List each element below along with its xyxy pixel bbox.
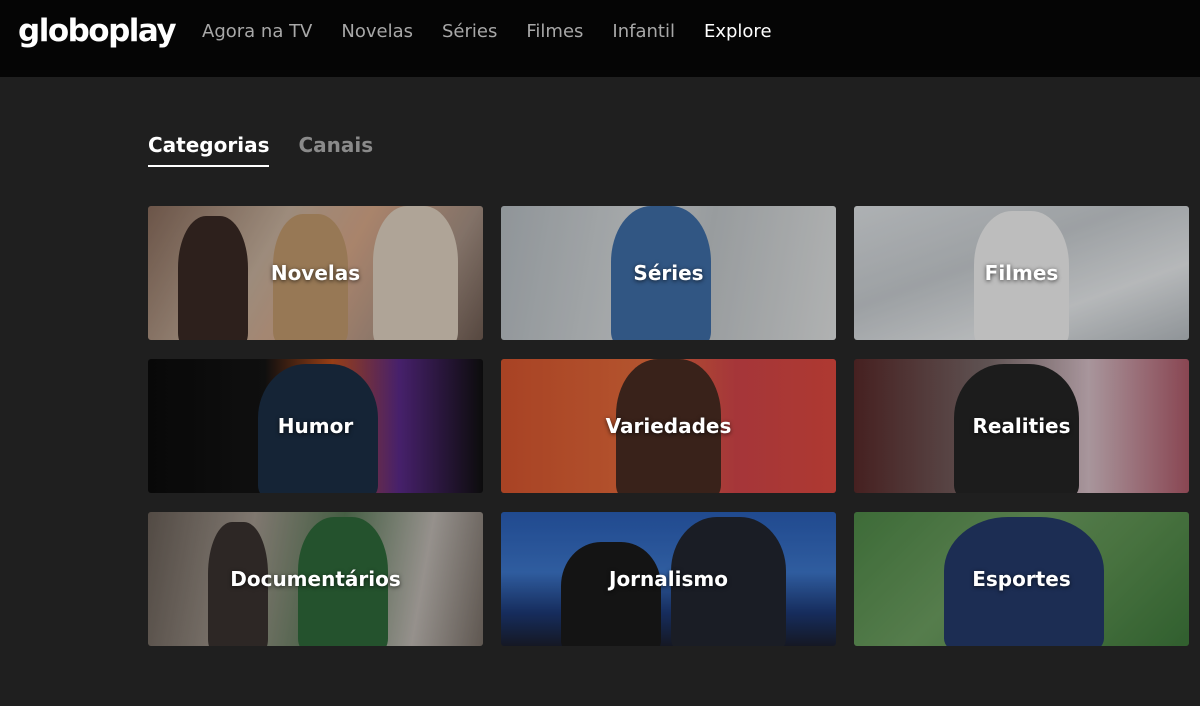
explore-tabs: Categorias Canais: [148, 130, 402, 170]
category-grid: Novelas Séries Filmes Humor Variedades R…: [148, 206, 1190, 646]
category-card-series[interactable]: Séries: [501, 206, 836, 340]
category-label: Jornalismo: [609, 567, 728, 591]
nav-item-series[interactable]: Séries: [442, 19, 497, 45]
top-navigation-bar: globoplay Agora na TV Novelas Séries Fil…: [0, 0, 1200, 77]
category-label: Filmes: [984, 261, 1059, 285]
category-label: Séries: [633, 261, 704, 285]
category-label: Esportes: [972, 567, 1071, 591]
category-label: Novelas: [270, 261, 361, 285]
category-card-realities[interactable]: Realities: [854, 359, 1189, 493]
category-label: Humor: [277, 414, 354, 438]
category-card-jornalismo[interactable]: Jornalismo: [501, 512, 836, 646]
main-nav: Agora na TV Novelas Séries Filmes Infant…: [202, 19, 801, 45]
tab-canais[interactable]: Canais: [298, 130, 373, 170]
globoplay-logo[interactable]: globoplay: [18, 11, 177, 51]
nav-item-infantil[interactable]: Infantil: [612, 19, 675, 45]
nav-item-agora-na-tv[interactable]: Agora na TV: [202, 19, 312, 45]
nav-item-filmes[interactable]: Filmes: [526, 19, 583, 45]
category-card-documentarios[interactable]: Documentários: [148, 512, 483, 646]
category-card-filmes[interactable]: Filmes: [854, 206, 1189, 340]
tab-categorias[interactable]: Categorias: [148, 130, 270, 170]
active-tab-underline: [148, 165, 270, 167]
nav-item-novelas[interactable]: Novelas: [341, 19, 413, 45]
nav-item-explore[interactable]: Explore: [704, 19, 772, 45]
category-label: Realities: [972, 414, 1071, 438]
category-label: Documentários: [230, 567, 401, 591]
tab-canais-label: Canais: [298, 133, 374, 157]
tab-categorias-label: Categorias: [148, 133, 270, 157]
category-card-novelas[interactable]: Novelas: [148, 206, 483, 340]
category-label: Variedades: [605, 414, 732, 438]
category-card-esportes[interactable]: Esportes: [854, 512, 1189, 646]
category-card-variedades[interactable]: Variedades: [501, 359, 836, 493]
category-card-humor[interactable]: Humor: [148, 359, 483, 493]
